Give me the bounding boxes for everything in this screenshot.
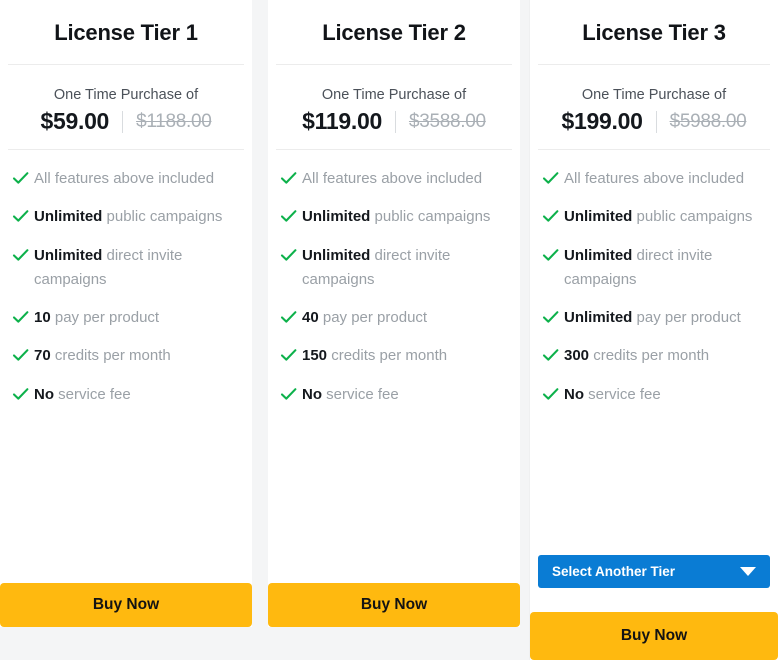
check-icon bbox=[280, 387, 297, 400]
card-title: License Tier 2 bbox=[322, 20, 466, 45]
feature-item: 10 pay per product bbox=[10, 306, 242, 330]
feature-text: Unlimited direct invite campaigns bbox=[302, 246, 451, 288]
check-icon bbox=[280, 172, 297, 184]
feature-item: 150 credits per month bbox=[278, 344, 510, 368]
feature-item: Unlimited direct invite campaigns bbox=[278, 244, 510, 293]
check-icon bbox=[280, 311, 297, 323]
buy-now-button[interactable]: Buy Now bbox=[0, 583, 252, 627]
feature-item: Unlimited public campaigns bbox=[540, 205, 768, 229]
price-row: $59.00 $1188.00 bbox=[0, 108, 252, 135]
check-icon bbox=[542, 349, 559, 362]
original-price: $3588.00 bbox=[408, 110, 486, 132]
price-row: $199.00 $5988.00 bbox=[530, 108, 778, 135]
feature-list: All features above included Unlimited pub… bbox=[530, 150, 778, 555]
current-price: $199.00 bbox=[561, 108, 643, 134]
check-icon bbox=[542, 387, 559, 400]
feature-text: 40 pay per product bbox=[302, 309, 428, 327]
feature-item: No service fee bbox=[540, 383, 768, 407]
feature-text: Unlimited public campaigns bbox=[564, 208, 753, 226]
price-label: One Time Purchase of bbox=[581, 87, 727, 103]
price-block: One Time Purchase of $119.00 $3588.00 bbox=[268, 65, 520, 149]
price-row: $119.00 $3588.00 bbox=[268, 108, 520, 135]
check-icon bbox=[280, 248, 297, 261]
feature-text: 150 credits per month bbox=[302, 347, 448, 365]
feature-text: 300 credits per month bbox=[564, 347, 710, 365]
check-icon bbox=[12, 311, 29, 323]
feature-item: All features above included bbox=[278, 167, 510, 191]
feature-text: 70 credits per month bbox=[34, 347, 171, 365]
pricing-table: License Tier 1 One Time Purchase of $59.… bbox=[0, 0, 778, 660]
feature-item: Unlimited public campaigns bbox=[10, 205, 242, 229]
feature-list: All features above included Unlimited pub… bbox=[268, 150, 520, 583]
price-block: One Time Purchase of $59.00 $1188.00 bbox=[0, 65, 252, 149]
pricing-card-tier-2: License Tier 2 One Time Purchase of $119… bbox=[268, 0, 520, 627]
buy-now-button[interactable]: Buy Now bbox=[530, 612, 778, 660]
feature-item: No service fee bbox=[10, 383, 242, 407]
price-block: One Time Purchase of $199.00 $5988.00 bbox=[530, 65, 778, 149]
feature-item: All features above included bbox=[540, 167, 768, 191]
original-price: $1188.00 bbox=[136, 110, 212, 132]
check-icon bbox=[12, 387, 29, 400]
feature-item: No service fee bbox=[278, 383, 510, 407]
feature-text: All features above included bbox=[34, 170, 215, 187]
card-title: License Tier 3 bbox=[582, 20, 726, 45]
feature-item: Unlimited pay per product bbox=[540, 306, 768, 330]
feature-item: Unlimited direct invite campaigns bbox=[10, 244, 242, 293]
check-icon bbox=[542, 248, 559, 261]
feature-text: No service fee bbox=[34, 385, 131, 403]
check-icon bbox=[280, 210, 297, 222]
card-footer: Select Another Tier Buy Now bbox=[530, 555, 778, 660]
feature-text: No service fee bbox=[302, 385, 399, 403]
check-icon bbox=[542, 311, 559, 323]
check-icon bbox=[542, 210, 559, 222]
feature-text: All features above included bbox=[302, 170, 483, 187]
check-icon bbox=[280, 349, 297, 362]
feature-text: Unlimited direct invite campaigns bbox=[34, 246, 183, 288]
feature-list: All features above included Unlimited pub… bbox=[0, 150, 252, 583]
pricing-card-tier-1: License Tier 1 One Time Purchase of $59.… bbox=[0, 0, 252, 627]
feature-item: All features above included bbox=[10, 167, 242, 191]
feature-text: Unlimited public campaigns bbox=[302, 208, 491, 226]
feature-text: 10 pay per product bbox=[34, 309, 160, 327]
buy-now-button[interactable]: Buy Now bbox=[268, 583, 520, 627]
check-icon bbox=[12, 172, 29, 184]
feature-text: Unlimited public campaigns bbox=[34, 208, 223, 226]
feature-text: Unlimited direct invite campaigns bbox=[564, 246, 713, 288]
check-icon bbox=[12, 248, 29, 261]
original-price: $5988.00 bbox=[669, 110, 747, 132]
pricing-card-tier-3: License Tier 3 One Time Purchase of $199… bbox=[530, 0, 778, 660]
price-label: One Time Purchase of bbox=[53, 87, 199, 103]
feature-item: Unlimited direct invite campaigns bbox=[540, 244, 768, 293]
select-tier-label: Select Another Tier bbox=[552, 564, 676, 579]
card-footer: Buy Now bbox=[0, 583, 252, 627]
chevron-down-icon bbox=[740, 567, 756, 576]
card-footer: Buy Now bbox=[268, 583, 520, 627]
feature-text: All features above included bbox=[564, 170, 745, 187]
current-price: $59.00 bbox=[40, 108, 110, 134]
feature-text: Unlimited pay per product bbox=[564, 309, 741, 327]
check-icon bbox=[12, 349, 29, 362]
feature-item: 300 credits per month bbox=[540, 344, 768, 368]
check-icon bbox=[12, 210, 29, 222]
feature-item: 70 credits per month bbox=[10, 344, 242, 368]
feature-text: No service fee bbox=[564, 385, 661, 403]
feature-item: Unlimited public campaigns bbox=[278, 205, 510, 229]
check-icon bbox=[542, 172, 559, 184]
card-title: License Tier 1 bbox=[54, 20, 198, 45]
feature-item: 40 pay per product bbox=[278, 306, 510, 330]
select-another-tier-dropdown[interactable]: Select Another Tier bbox=[538, 555, 770, 588]
price-label: One Time Purchase of bbox=[321, 87, 467, 103]
current-price: $119.00 bbox=[302, 108, 382, 134]
